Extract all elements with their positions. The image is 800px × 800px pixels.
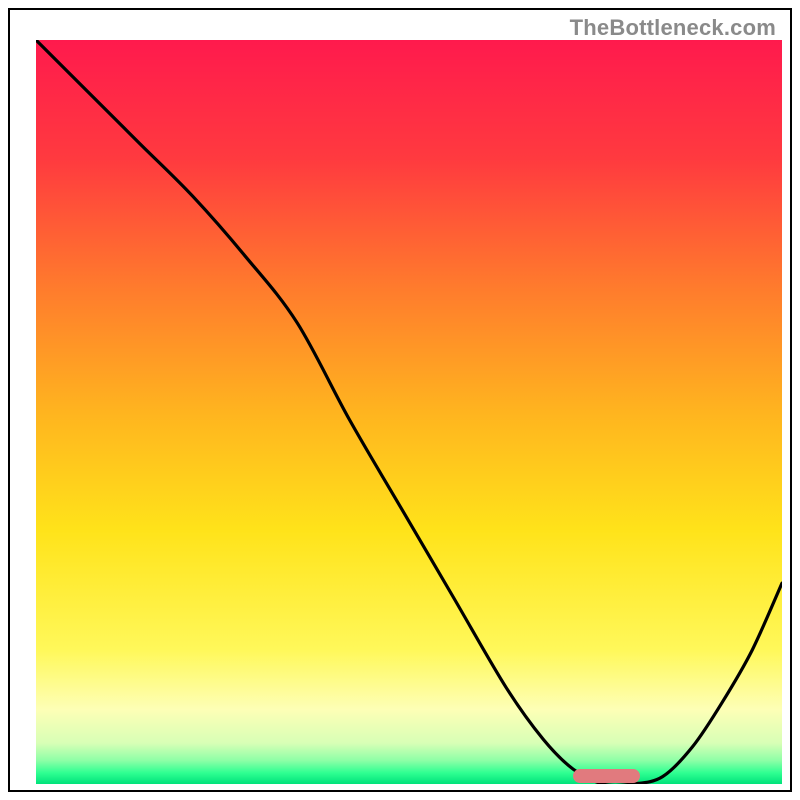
chart-frame: TheBottleneck.com bbox=[8, 8, 792, 792]
plot-area bbox=[36, 40, 782, 784]
optimal-zone-marker bbox=[573, 769, 640, 783]
bottleneck-curve bbox=[36, 40, 782, 784]
watermark-text: TheBottleneck.com bbox=[570, 15, 776, 41]
